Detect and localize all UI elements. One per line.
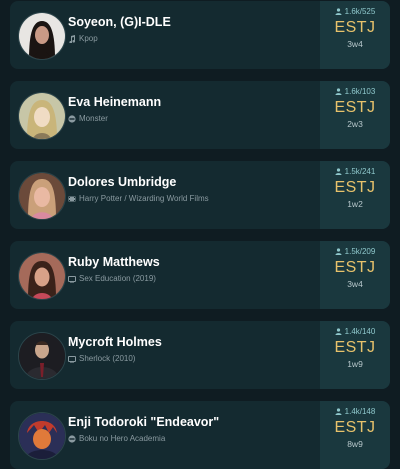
users-icon — [335, 248, 342, 255]
mbti-type: ESTJ — [334, 259, 376, 276]
character-source: Kpop — [68, 34, 98, 43]
mbti-type: ESTJ — [334, 99, 376, 116]
mbti-type: ESTJ — [334, 19, 376, 36]
source-label: Monster — [79, 114, 108, 123]
enneagram-type: 1w9 — [347, 359, 363, 369]
personality-panel[interactable]: 1.4k/140 ESTJ 1w9 — [320, 321, 390, 389]
source-label: Sherlock (2010) — [79, 354, 136, 363]
character-card[interactable]: Mycroft Holmes Sherlock (2010) 1.4k/140 … — [10, 321, 390, 389]
vote-count: 1.6k/525 — [335, 7, 375, 16]
vote-count: 1.5k/241 — [335, 167, 375, 176]
avatar — [18, 252, 66, 300]
character-card[interactable]: Eva Heinemann Monster 1.6k/103 ESTJ 2w3 — [10, 81, 390, 149]
character-source: Sherlock (2010) — [68, 354, 135, 363]
character-name[interactable]: Ruby Matthews — [68, 255, 160, 269]
enneagram-type: 1w2 — [347, 199, 363, 209]
enneagram-type: 8w9 — [347, 439, 363, 449]
character-card[interactable]: Dolores Umbridge Harry Potter / Wizardin… — [10, 161, 390, 229]
enneagram-type: 2w3 — [347, 119, 363, 129]
avatar — [18, 12, 66, 60]
users-icon — [335, 168, 342, 175]
vote-count: 1.4k/148 — [335, 407, 375, 416]
movie-icon — [68, 195, 76, 203]
avatar — [18, 172, 66, 220]
personality-panel[interactable]: 1.4k/148 ESTJ 8w9 — [320, 401, 390, 469]
character-source: Sex Education (2019) — [68, 274, 156, 283]
mbti-type: ESTJ — [334, 179, 376, 196]
source-label: Sex Education (2019) — [79, 274, 156, 283]
avatar — [18, 92, 66, 140]
personality-panel[interactable]: 1.6k/103 ESTJ 2w3 — [320, 81, 390, 149]
users-icon — [335, 8, 342, 15]
character-source: Harry Potter / Wizarding World Films — [68, 194, 209, 203]
character-name[interactable]: Soyeon, (G)I-DLE — [68, 15, 171, 29]
avatar — [18, 332, 66, 380]
character-name[interactable]: Mycroft Holmes — [68, 335, 162, 349]
character-name[interactable]: Dolores Umbridge — [68, 175, 176, 189]
anime-icon — [68, 114, 76, 123]
vote-count: 1.5k/209 — [335, 247, 375, 256]
character-card[interactable]: Enji Todoroki "Endeavor" Boku no Hero Ac… — [10, 401, 390, 469]
character-name[interactable]: Eva Heinemann — [68, 95, 161, 109]
music-icon — [68, 34, 76, 43]
source-label: Kpop — [79, 34, 98, 43]
character-source: Boku no Hero Academia — [68, 434, 165, 443]
character-card[interactable]: Soyeon, (G)I-DLE Kpop 1.6k/525 ESTJ 3w4 — [10, 1, 390, 69]
source-label: Harry Potter / Wizarding World Films — [79, 194, 209, 203]
enneagram-type: 3w4 — [347, 279, 363, 289]
mbti-type: ESTJ — [334, 419, 376, 436]
vote-count: 1.4k/140 — [335, 327, 375, 336]
tv-icon — [68, 275, 76, 283]
tv-icon — [68, 355, 76, 363]
character-source: Monster — [68, 114, 108, 123]
personality-panel[interactable]: 1.5k/241 ESTJ 1w2 — [320, 161, 390, 229]
users-icon — [335, 328, 342, 335]
users-icon — [335, 88, 342, 95]
vote-count: 1.6k/103 — [335, 87, 375, 96]
enneagram-type: 3w4 — [347, 39, 363, 49]
personality-panel[interactable]: 1.5k/209 ESTJ 3w4 — [320, 241, 390, 309]
character-card[interactable]: Ruby Matthews Sex Education (2019) 1.5k/… — [10, 241, 390, 309]
character-list: Soyeon, (G)I-DLE Kpop 1.6k/525 ESTJ 3w4 — [0, 0, 400, 469]
character-name[interactable]: Enji Todoroki "Endeavor" — [68, 415, 219, 429]
avatar — [18, 412, 66, 460]
anime-icon — [68, 434, 76, 443]
personality-panel[interactable]: 1.6k/525 ESTJ 3w4 — [320, 1, 390, 69]
source-label: Boku no Hero Academia — [79, 434, 166, 443]
mbti-type: ESTJ — [334, 339, 376, 356]
users-icon — [335, 408, 342, 415]
